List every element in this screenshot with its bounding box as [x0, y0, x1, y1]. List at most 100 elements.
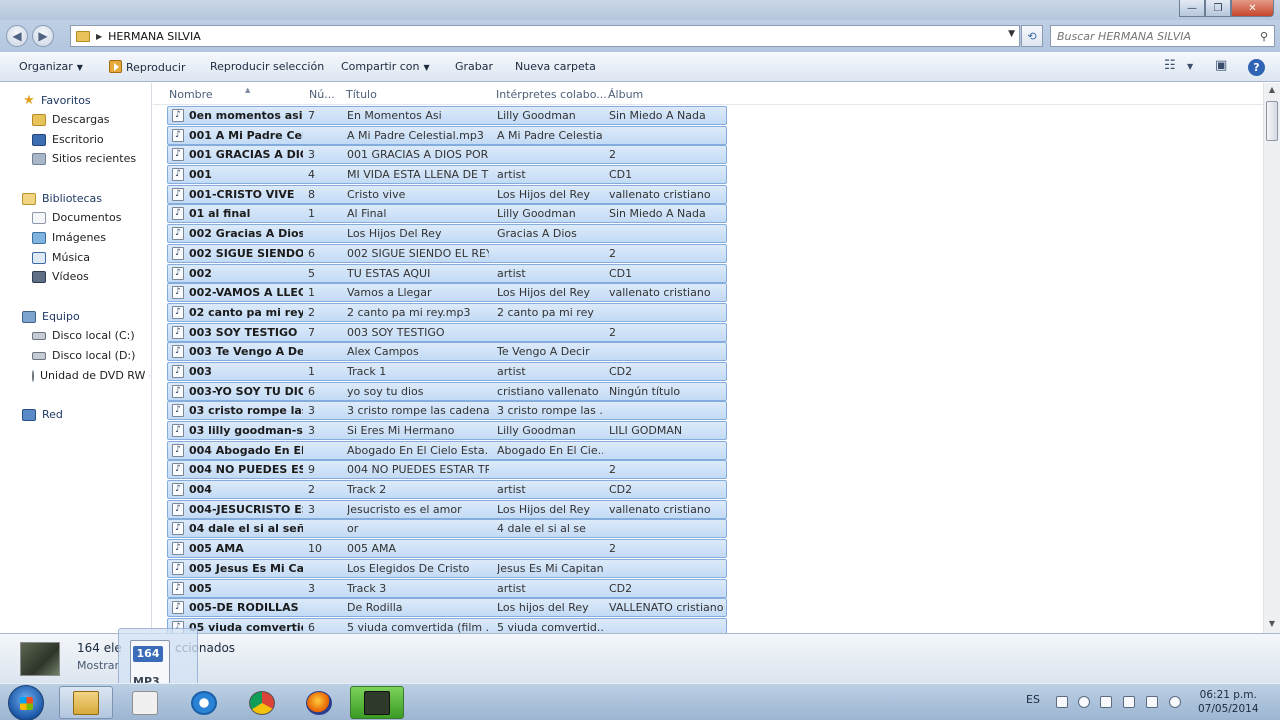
- taskbar-media-player-button[interactable]: [118, 686, 172, 719]
- file-row[interactable]: ♪ 02 canto pa mi rey 2 2 canto pa mi rey.mp…: [167, 302, 727, 322]
- action-center-flag-icon[interactable]: [1123, 696, 1135, 708]
- scroll-down-icon[interactable]: ▼: [1266, 619, 1278, 631]
- file-row[interactable]: ♪ 001 4 MI VIDA ESTA LLENA DE TI artist CD1: [167, 165, 727, 185]
- nav-downloads[interactable]: Descargas: [32, 113, 110, 126]
- taskbar-chrome-button[interactable]: [235, 686, 289, 719]
- album-name: Ningún título: [609, 384, 681, 398]
- file-row[interactable]: ♪ 003 SOY TESTIGO 7 003 SOY TESTIGO 2: [167, 322, 727, 342]
- breadcrumb-current-folder[interactable]: HERMANA SILVIA: [108, 30, 201, 43]
- file-row[interactable]: ♪ 01 al final 1 Al Final Lilly Goodman Sin Mi…: [167, 204, 727, 224]
- breadcrumb-arrow-icon[interactable]: ▶: [96, 32, 102, 41]
- back-button[interactable]: ◀: [6, 25, 28, 47]
- column-header-number[interactable]: Nú...: [309, 88, 335, 101]
- file-row[interactable]: ♪ 005-DE RODILLAS De Rodilla Los hijos del …: [167, 598, 727, 618]
- maximize-button[interactable]: ❐: [1205, 0, 1231, 17]
- file-row[interactable]: ♪ 003 1 Track 1 artist CD2: [167, 361, 727, 381]
- file-row[interactable]: ♪ 002 5 TU ESTAS AQUI artist CD1: [167, 263, 727, 283]
- nav-disk-d[interactable]: Disco local (D:): [32, 349, 135, 362]
- address-history-dropdown-icon[interactable]: ▼: [1008, 29, 1015, 39]
- taskbar-explorer-button[interactable]: [59, 686, 113, 719]
- contributing-artists: artist: [497, 364, 526, 378]
- file-row[interactable]: ♪ 005 AMA 10 005 AMA 2: [167, 539, 727, 559]
- nav-videos[interactable]: Vídeos: [32, 270, 89, 283]
- file-row[interactable]: ♪ 04 dale el si al señor or 4 dale el si al…: [167, 519, 727, 539]
- file-row[interactable]: ♪ 001 A Mi Padre Cele... A Mi Padre Celest…: [167, 125, 727, 145]
- file-row[interactable]: ♪ 004 Abogado En El ... Abogado En El Ciel…: [167, 440, 727, 460]
- scroll-up-icon[interactable]: ▲: [1266, 85, 1278, 97]
- file-row[interactable]: ♪ 005 Jesus Es Mi Cap... Los Elegidos De C…: [167, 558, 727, 578]
- nav-music[interactable]: Música: [32, 251, 90, 264]
- nav-network[interactable]: Red: [22, 408, 63, 421]
- column-header-album[interactable]: Álbum: [608, 88, 643, 101]
- file-row[interactable]: ♪ 001-CRISTO VIVE 8 Cristo vive Los Hijos de…: [167, 184, 727, 204]
- nav-dvd-drive[interactable]: Unidad de DVD RW (: [32, 369, 150, 382]
- file-row[interactable]: ♪ 002 Gracias A Dios-... Los Hijos Del Rey…: [167, 224, 727, 244]
- taskbar-app-button[interactable]: [350, 686, 404, 719]
- minimize-button[interactable]: —: [1179, 0, 1205, 17]
- taskbar-firefox-button[interactable]: [292, 686, 346, 719]
- share-menu[interactable]: Compartir con ▼: [341, 60, 430, 73]
- address-bar[interactable]: ▶ HERMANA SILVIA ▼: [70, 25, 1020, 47]
- column-header-artists[interactable]: Intérpretes colabo...: [496, 88, 607, 101]
- new-folder-button[interactable]: Nueva carpeta: [515, 60, 596, 73]
- track-title: En Momentos Asi: [347, 109, 442, 122]
- network-tray-icon[interactable]: [1146, 696, 1158, 708]
- burn-button[interactable]: Grabar: [455, 60, 493, 73]
- nav-documents[interactable]: Documentos: [32, 211, 121, 224]
- column-header-title[interactable]: Título: [346, 88, 377, 101]
- file-row[interactable]: ♪ 004 NO PUEDES EST... 9 004 NO PUEDES ESTA…: [167, 460, 727, 480]
- scroll-thumb[interactable]: [1266, 101, 1278, 141]
- taskbar-ie-button[interactable]: [177, 686, 231, 719]
- file-name: 004-JESUCRISTO ES ...: [189, 502, 303, 516]
- system-clock[interactable]: 06:21 p.m. 07/05/2014: [1198, 688, 1259, 716]
- show-more-details-link[interactable]: Mostrar: [77, 659, 119, 672]
- contributing-artists: cristiano vallenato: [497, 384, 599, 398]
- nav-desktop[interactable]: Escritorio: [32, 133, 104, 146]
- nav-favorites[interactable]: ★ Favoritos: [22, 93, 90, 108]
- file-row[interactable]: ♪ 002 SIGUE SIENDO E... 6 002 SIGUE SIENDO …: [167, 243, 727, 263]
- organize-menu[interactable]: Organizar ▼: [19, 60, 83, 73]
- view-dropdown-icon[interactable]: ▼: [1187, 62, 1193, 71]
- search-input[interactable]: [1057, 29, 1247, 43]
- track-number: 5: [308, 266, 315, 280]
- file-name: 04 dale el si al señor: [189, 522, 303, 536]
- file-row[interactable]: ♪ 003 Te Vengo A Dec... Alex Campos Te Veng…: [167, 342, 727, 362]
- file-row[interactable]: ♪ 003-YO SOY TU DIOS 6 yo soy tu dios cristi…: [167, 381, 727, 401]
- close-button[interactable]: ✕: [1231, 0, 1274, 17]
- file-row[interactable]: ♪ 001 GRACIAS A DIO... 3 001 GRACIAS A DIOS…: [167, 145, 727, 165]
- nav-disk-c[interactable]: Disco local (C:): [32, 329, 135, 342]
- play-selection-button[interactable]: Reproducir selección: [210, 60, 324, 73]
- play-button[interactable]: Reproducir: [109, 60, 186, 74]
- file-name: 001-CRISTO VIVE: [189, 187, 295, 201]
- tray-antivirus-icon[interactable]: [1056, 696, 1068, 708]
- file-row[interactable]: ♪ 005 3 Track 3 artist CD2: [167, 578, 727, 598]
- nav-label: Música: [52, 251, 91, 264]
- search-box[interactable]: ⚲: [1050, 25, 1275, 47]
- nav-images[interactable]: Imágenes: [32, 231, 106, 244]
- music-file-icon: ♪: [172, 463, 184, 477]
- start-button[interactable]: [8, 685, 44, 720]
- nav-recent-places[interactable]: Sitios recientes: [32, 152, 136, 165]
- vertical-scrollbar[interactable]: ▲ ▼: [1263, 83, 1280, 633]
- language-indicator[interactable]: ES: [1026, 693, 1040, 706]
- tray-app-icon[interactable]: [1078, 696, 1090, 708]
- file-row[interactable]: ♪ 002-VAMOS A LLEG... 1 Vamos a Llegar Los H…: [167, 283, 727, 303]
- column-header-name[interactable]: ▲ Nombre: [169, 86, 250, 101]
- volume-icon[interactable]: [1169, 696, 1181, 708]
- nav-libraries[interactable]: Bibliotecas: [22, 192, 102, 205]
- file-row[interactable]: ♪ 03 cristo rompe las ... 3 3 cristo rompe …: [167, 401, 727, 421]
- file-row[interactable]: ♪ 03 lilly goodman-si ... 3 Si Eres Mi Herm…: [167, 421, 727, 440]
- help-icon[interactable]: ?: [1248, 59, 1265, 76]
- file-row[interactable]: ♪ 004 2 Track 2 artist CD2: [167, 480, 727, 500]
- file-row[interactable]: ♪ 0en momentos asi 7 En Momentos Asi Lilly G…: [167, 106, 727, 125]
- file-row[interactable]: ♪ 004-JESUCRISTO ES ... 3 Jesucristo es el …: [167, 499, 727, 519]
- taskbar: ES 06:21 p.m. 07/05/2014: [0, 683, 1280, 720]
- search-icon[interactable]: ⚲: [1260, 30, 1268, 43]
- refresh-button[interactable]: ⟲: [1021, 25, 1043, 47]
- preview-pane-icon[interactable]: ▣: [1215, 58, 1227, 73]
- forward-button[interactable]: ▶: [32, 25, 54, 47]
- nav-computer[interactable]: Equipo: [22, 310, 80, 323]
- view-options-icon[interactable]: ☷: [1164, 58, 1176, 73]
- music-file-icon: ♪: [172, 128, 184, 142]
- tray-sync-icon[interactable]: [1100, 696, 1112, 708]
